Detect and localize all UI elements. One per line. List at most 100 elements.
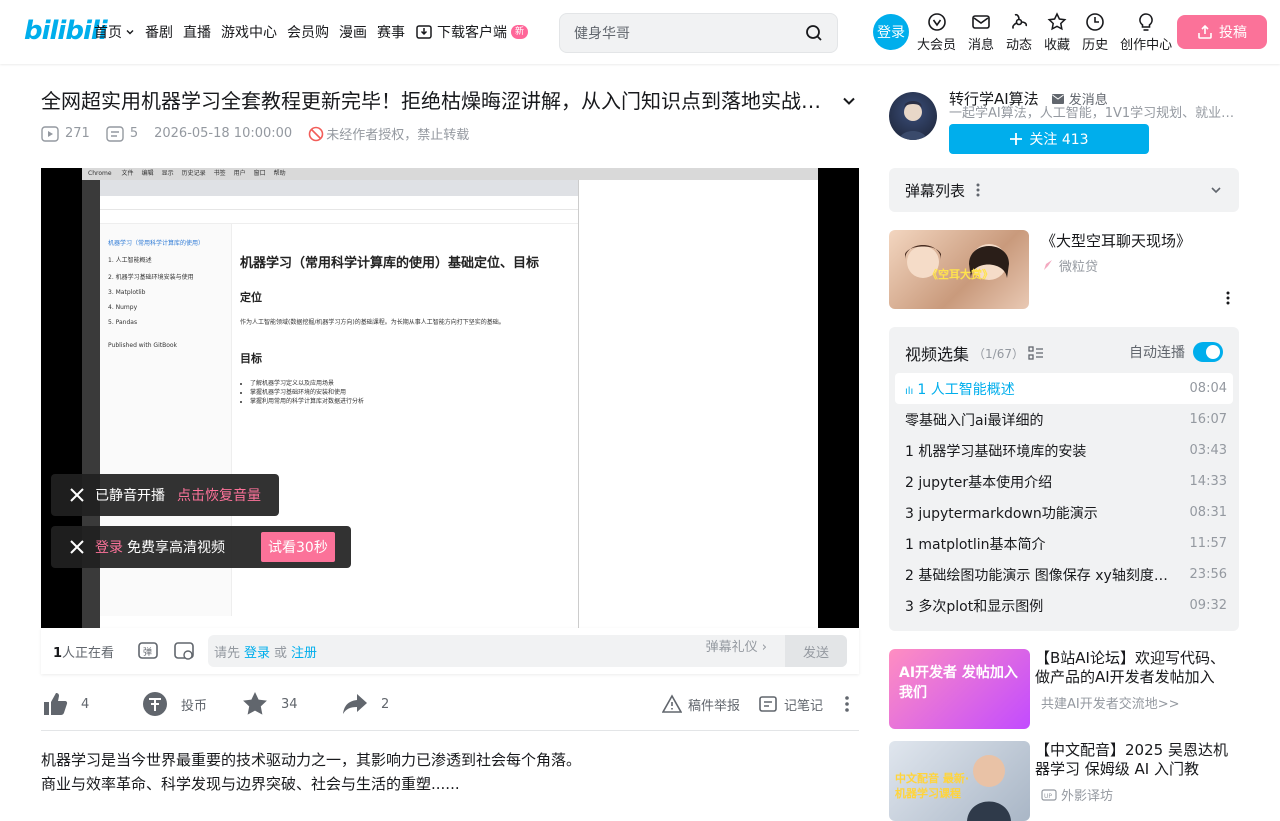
chevron-down-icon[interactable] [1209,183,1223,197]
plus-icon [1010,133,1023,145]
nav-dynamics[interactable]: 动态 [1006,12,1032,53]
hd-login-link[interactable]: 登录 [95,537,123,557]
nav-download-client[interactable]: 下载客户端 新 [415,22,529,42]
video-title: 全网超实用机器学习全套教程更新完毕！拒绝枯燥晦涩讲解，从入门知识点到落地实战… [41,89,821,113]
episode-item[interactable]: 1 matplotlin基本简介 11:57 [895,528,1233,559]
video-toolbar: 4 投币 34 2 稿件举报 记笔记 [41,686,859,722]
ad-source: 微粒贷 [1041,256,1098,275]
try-30s-button[interactable]: 试看30秒 [261,532,335,562]
episode-item[interactable]: 零基础入门ai最详细的 16:07 [895,404,1233,435]
divider [41,730,859,731]
follow-button[interactable]: 关注 413 [949,124,1149,154]
main-nav: 首页 番剧 直播 游戏中心 会员购 漫画 赛事 下载客户端 新 [94,22,538,42]
video-player[interactable]: Chrome 文件 编辑 显示 历史记录 书签 用户 窗口 帮助 机器学习（常用科学计算库的使用… [41,168,859,628]
svg-text:UP: UP [1044,793,1052,800]
more-dots-icon[interactable] [975,182,981,198]
upload-button[interactable]: 投稿 [1177,15,1267,49]
favorite-button[interactable]: 34 [241,690,298,718]
star-icon [243,692,267,715]
send-danmaku-button[interactable]: 发送 [785,635,847,667]
chevron-right-icon: › [761,640,767,655]
share-arrow-icon [343,694,367,714]
autoplay-switch[interactable] [1193,342,1223,362]
more-dots-icon[interactable] [1225,290,1231,306]
episode-item[interactable]: ılı 1 人工智能概述 08:04 [895,373,1233,404]
lightbulb-icon [1139,13,1153,31]
nav-history[interactable]: 历史 [1082,12,1108,53]
search-box[interactable]: 健身华哥 [559,13,838,53]
episode-item[interactable]: 3 jupytermarkdown功能演示 08:31 [895,497,1233,528]
danmaku-count: 5 [106,125,138,142]
danmaku-count-icon [106,125,124,142]
recommended-video[interactable]: 中文配音 最新·机器学习课程 【中文配音】2025 吴恩达机器学习 保姆级 AI… [889,741,1239,821]
playing-bars-icon: ılı [905,385,914,397]
coin-icon [143,692,167,716]
coin-button[interactable]: 投币 [141,690,207,718]
thumbs-up-icon [44,693,68,715]
close-icon[interactable] [69,539,85,555]
play-count-icon [41,125,59,142]
download-icon [416,25,432,39]
expand-title-chevron-icon[interactable] [840,92,858,110]
episode-item[interactable]: 2 基础绘图功能演示 图像保存 xy轴刻度… 23:56 [895,559,1233,590]
episode-item[interactable]: 1 机器学习基础环境库的安装 03:43 [895,435,1233,466]
login-button[interactable]: 登录 [873,14,909,50]
rec-sub: UP 外影译坊 [1041,785,1113,804]
episode-item[interactable]: 3 多次plot和显示图例 09:32 [895,590,1233,621]
danmaku-register-link[interactable]: 注册 [291,642,317,661]
notes-button[interactable]: 记笔记 [758,694,823,714]
episode-item[interactable]: 2 jupyter基本使用介绍 14:33 [895,466,1233,497]
list-view-icon[interactable] [1028,345,1044,361]
nav-messages[interactable]: 消息 [968,12,994,53]
nav-vip[interactable]: 大会员 [917,12,956,53]
like-button[interactable]: 4 [41,690,89,718]
nav-manga[interactable]: 漫画 [339,22,367,42]
danmaku-settings-icon[interactable] [173,640,195,662]
danmaku-toggle-icon[interactable]: 弹 [137,640,159,662]
rec-thumbnail: 中文配音 最新·机器学习课程 [889,741,1030,821]
ad-card[interactable]: 《空耳大赏》 《大型空耳聊天现场》 微粒贷 [889,230,1239,310]
nav-anime[interactable]: 番剧 [145,22,173,42]
nav-mall[interactable]: 会员购 [287,22,329,42]
nav-favorites[interactable]: 收藏 [1044,12,1070,53]
ad-title: 《大型空耳聊天现场》 [1041,232,1192,250]
rec-title: 【B站AI论坛】欢迎写代码、做产品的AI开发者发帖加入 [1035,649,1225,686]
more-dots-icon[interactable] [839,694,855,714]
danmaku-login-link[interactable]: 登录 [244,642,270,661]
nav-live[interactable]: 直播 [183,22,211,42]
up-badge-icon: UP [1041,788,1057,801]
recommended-video[interactable]: AI开发者 发帖加入我们 【B站AI论坛】欢迎写代码、做产品的AI开发者发帖加入… [889,649,1239,729]
episode-header: 视频选集 （1/67） [905,341,1044,365]
danmaku-etiquette-link[interactable]: 弹幕礼仪 › [706,636,767,655]
nav-game-center[interactable]: 游戏中心 [221,22,277,42]
danmaku-list-panel[interactable]: 弹幕列表 [889,168,1239,212]
uploader-avatar[interactable] [889,92,937,140]
warning-icon [662,694,682,713]
side-window [579,180,818,628]
right-nav: 大会员 消息 动态 收藏 历史 创作中心 [917,12,1184,53]
mail-icon [972,15,990,29]
wind-icon [1012,13,1028,30]
autoplay-toggle[interactable]: 自动连播 [1129,342,1223,362]
search-input[interactable]: 健身华哥 [574,23,630,43]
search-icon[interactable] [805,24,823,42]
nav-home[interactable]: 首页 [94,22,135,42]
forbidden-icon [308,126,324,141]
copyright-notice: 未经作者授权，禁止转载 [308,124,469,143]
note-icon [759,696,777,712]
hd-toast: 登录 免费享高清视频 试看30秒 [51,526,351,568]
danmaku-bar: 1人正在看 弹 请先 登录 或 注册 弹幕礼仪 › 发送 [41,628,859,674]
report-button[interactable]: 稿件举报 [662,694,740,714]
nav-esports[interactable]: 赛事 [377,22,405,42]
nav-creator-center[interactable]: 创作中心 [1120,12,1172,53]
avatar-illustration [899,101,927,140]
vip-icon [927,13,946,31]
share-button[interactable]: 2 [341,690,389,718]
restore-volume-link[interactable]: 点击恢复音量 [177,485,261,505]
watching-count: 1人正在看 [53,646,115,661]
episode-panel: 视频选集 （1/67） 自动连播 ılı 1 人工智能概述 08:04 零基础入门a… [889,327,1239,631]
upload-icon [1198,24,1212,39]
doc-content: 机器学习（常用科学计算库的使用）基础定位、目标 定位 作为人工智能领域(数据挖掘… [240,252,580,405]
close-icon[interactable] [69,487,85,503]
clock-icon [1086,13,1104,31]
